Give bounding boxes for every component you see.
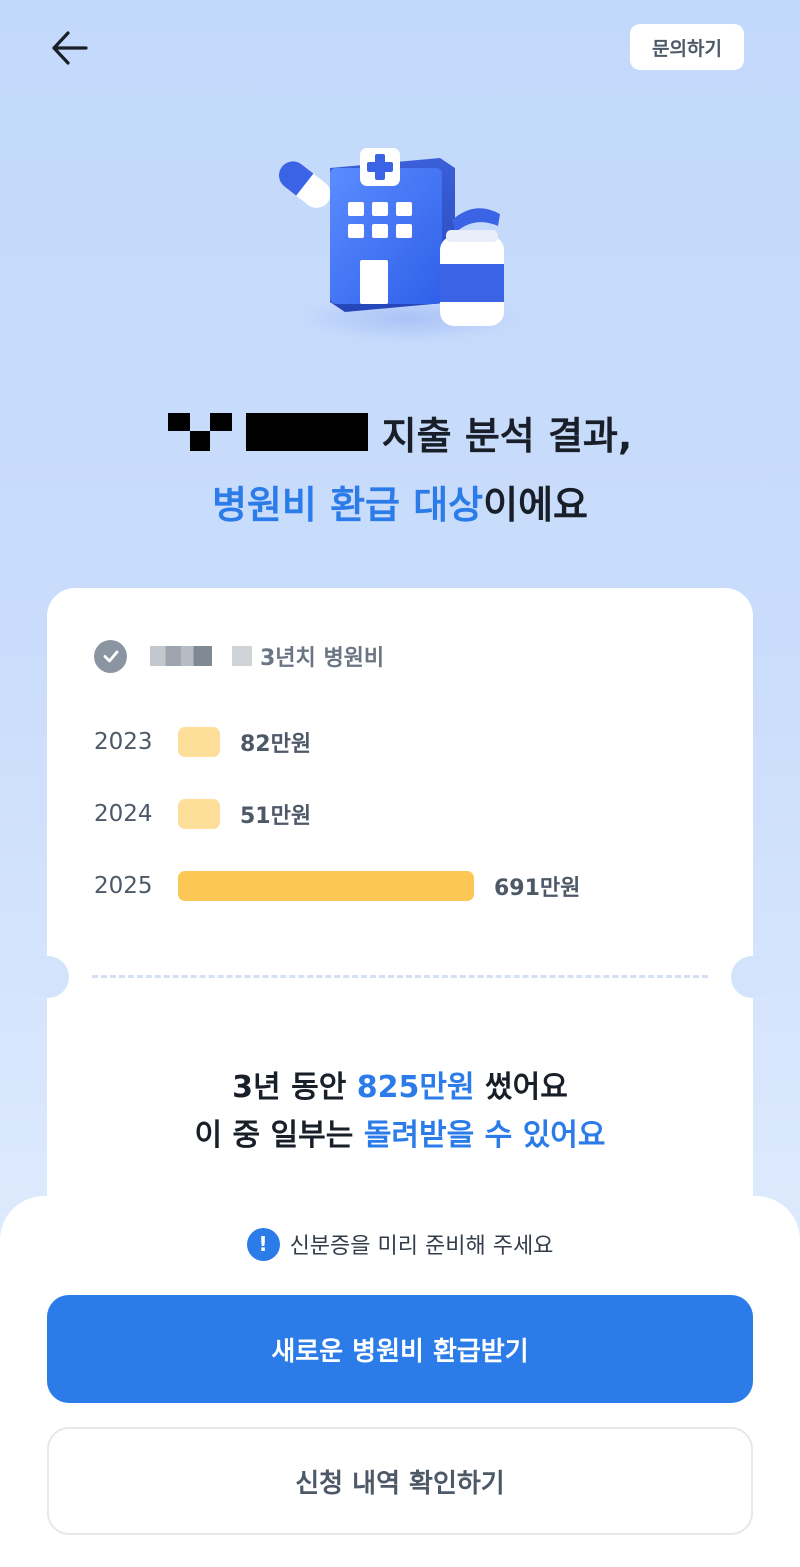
- summary-line2: 이 중 일부는 돌려받을 수 있어요: [194, 1118, 606, 1153]
- redacted-name: [245, 413, 368, 451]
- total-amount: 825만원: [356, 1070, 475, 1105]
- redacted-logo: [167, 413, 232, 451]
- expense-amount: 691만원: [494, 876, 581, 901]
- heading-highlight: 병원비 환급 대상: [211, 483, 484, 527]
- hospital-icon: [330, 148, 455, 312]
- check-circle-icon: [94, 639, 127, 673]
- redacted-text: [232, 646, 252, 666]
- heading-text: 지출 분석 결과,: [381, 413, 633, 458]
- check-history-button[interactable]: 신청 내역 확인하기: [47, 1427, 753, 1535]
- expense-row: 2025 691만원: [94, 866, 580, 906]
- card-title: 3년치 병원비: [260, 646, 385, 671]
- summary-line1: 3년 동안 825만원 썼어요: [232, 1070, 568, 1105]
- expense-amount: 82만원: [240, 732, 312, 757]
- redacted-text: [150, 646, 212, 666]
- expense-row: 2023 82만원: [94, 722, 311, 762]
- back-button[interactable]: [44, 22, 96, 74]
- result-heading-line1: 지출 분석 결과,: [0, 402, 800, 462]
- inquiry-button[interactable]: 문의하기: [630, 24, 744, 70]
- notice-text: 신분증을 미리 준비해 주세요: [289, 1234, 554, 1259]
- refund-highlight: 돌려받을 수 있어요: [363, 1118, 606, 1153]
- ticket-divider: [92, 975, 708, 978]
- expense-bar: [178, 871, 474, 901]
- expense-year: 2025: [94, 873, 153, 899]
- ticket-notch-right: [731, 956, 773, 998]
- result-heading-line2: 병원비 환급 대상이에요: [0, 474, 800, 534]
- expense-row: 2024 51만원: [94, 794, 311, 834]
- info-icon: !: [246, 1227, 280, 1261]
- id-notice: ! 신분증을 미리 준비해 주세요: [0, 1226, 800, 1262]
- pill-icon: [278, 161, 331, 208]
- ticket-notch-left: [27, 956, 69, 998]
- card-header: 3년치 병원비: [94, 638, 384, 674]
- expense-bar: [178, 727, 220, 757]
- new-refund-button[interactable]: 새로운 병원비 환급받기: [47, 1295, 753, 1403]
- hospital-illustration: [260, 140, 540, 350]
- expense-year: 2024: [94, 801, 153, 827]
- expense-year: 2023: [94, 729, 153, 755]
- arrow-left-icon: [52, 31, 88, 65]
- expense-bar: [178, 799, 220, 829]
- heading-suffix: 이에요: [483, 483, 589, 527]
- expense-amount: 51만원: [240, 804, 312, 829]
